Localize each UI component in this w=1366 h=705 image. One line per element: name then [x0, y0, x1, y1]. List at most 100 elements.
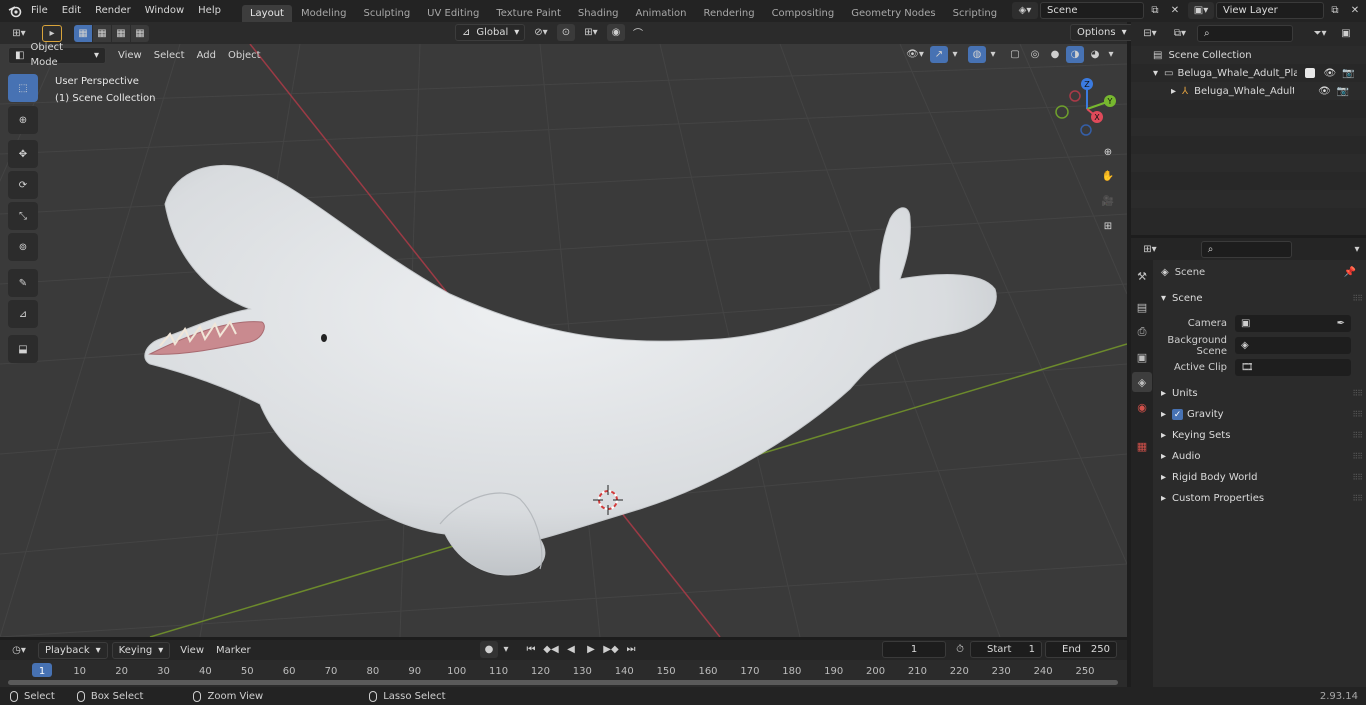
menu-object[interactable]: Object	[222, 47, 267, 64]
drag-grip-icon[interactable]: ⠿⠿	[1352, 452, 1363, 461]
eyedropper-icon[interactable]: ✒	[1337, 318, 1345, 329]
annotate-tool[interactable]: ✎	[8, 269, 38, 297]
menu-render[interactable]: Render	[88, 0, 138, 22]
timeline-scrollbar[interactable]	[8, 680, 1118, 685]
measure-tool[interactable]: ⊿	[8, 300, 38, 328]
view-layer-icon[interactable]: ▣▾	[1188, 2, 1214, 19]
audio-panel[interactable]: ▸ Audio ⠿⠿	[1153, 446, 1366, 467]
select-mode-subtract-icon[interactable]: ▦	[112, 24, 130, 42]
drag-grip-icon[interactable]: ⠿⠿	[1352, 389, 1363, 398]
render-tab-icon[interactable]: ▤	[1132, 297, 1152, 317]
drag-grip-icon[interactable]: ⠿⠿	[1352, 294, 1363, 303]
add-cube-tool[interactable]: ⬓	[8, 335, 38, 363]
overlays-dropdown-icon[interactable]: ▾	[988, 46, 998, 63]
active-clip-field[interactable]: 🎞	[1235, 359, 1351, 376]
filter-icon[interactable]: ⏷▾	[1307, 25, 1333, 42]
next-keyframe-icon[interactable]: ▶◆	[602, 641, 620, 658]
menu-add[interactable]: Add	[191, 47, 222, 64]
units-panel[interactable]: ▸ Units ⠿⠿	[1153, 383, 1366, 404]
properties-search-input[interactable]: ⌕	[1200, 240, 1293, 258]
camera-icon[interactable]: 📷	[1342, 68, 1354, 79]
camera-icon[interactable]: 📷	[1337, 86, 1349, 97]
proportional-editing-icon[interactable]: ◉	[607, 24, 625, 41]
select-tool-icon[interactable]: ▸	[42, 24, 62, 42]
record-dropdown-icon[interactable]: ▾	[500, 641, 512, 658]
expand-arrow-icon[interactable]: ▸	[1171, 86, 1176, 97]
end-frame-field[interactable]: End 250	[1045, 641, 1117, 658]
record-icon[interactable]: ●	[480, 641, 498, 658]
gizmo-dropdown-icon[interactable]: ▾	[950, 46, 960, 63]
outliner-scene-collection[interactable]: ▤ Scene Collection	[1131, 46, 1366, 64]
output-tab-icon[interactable]: ⎙	[1132, 322, 1152, 342]
shading-dropdown-icon[interactable]: ▾	[1106, 46, 1116, 63]
gravity-panel[interactable]: ▸ ✓ Gravity ⠿⠿	[1153, 404, 1366, 425]
new-view-layer-icon[interactable]: ⧉	[1326, 2, 1344, 19]
rotate-tool[interactable]: ⟳	[8, 171, 38, 199]
properties-options-icon[interactable]: ▾	[1348, 241, 1366, 258]
select-mode-intersect-icon[interactable]: ▦	[131, 24, 149, 42]
transform-orientation-dropdown[interactable]: ⊿ Global ▾	[455, 24, 525, 41]
visibility-icon[interactable]: 👁▾	[902, 46, 928, 63]
navigation-gizmo[interactable]: Z Y X	[1052, 74, 1122, 144]
wireframe-shading-icon[interactable]: ◎	[1026, 46, 1044, 63]
scale-tool[interactable]: ⤡	[8, 202, 38, 230]
select-box-tool[interactable]: ⬚	[8, 74, 38, 102]
texture-tab-icon[interactable]: ▦	[1132, 436, 1152, 456]
tab-modeling[interactable]: Modeling	[293, 5, 355, 22]
new-scene-icon[interactable]: ⧉	[1146, 2, 1164, 19]
pivot-point-icon[interactable]: ⊘▾	[529, 24, 553, 41]
perspective-toggle-icon[interactable]: ⊞	[1097, 215, 1119, 237]
menu-select[interactable]: Select	[148, 47, 191, 64]
expand-arrow-icon[interactable]: ▾	[1153, 68, 1158, 79]
beluga-whale-model[interactable]	[144, 164, 997, 576]
menu-help[interactable]: Help	[191, 0, 228, 22]
tab-layout[interactable]: Layout	[241, 5, 292, 22]
new-collection-icon[interactable]: ▣	[1337, 25, 1355, 42]
gizmo-icon[interactable]: ↗	[930, 46, 948, 63]
play-icon[interactable]: ▶	[582, 641, 600, 658]
tool-tab-icon[interactable]: ⚒	[1132, 266, 1152, 286]
scene-icon[interactable]: ◈▾	[1012, 2, 1038, 19]
drag-grip-icon[interactable]: ⠿⠿	[1352, 494, 1363, 503]
camera-view-icon[interactable]: 🎥	[1097, 190, 1119, 212]
menu-view[interactable]: View	[112, 47, 148, 64]
properties-editor-type-icon[interactable]: ⊞▾	[1137, 241, 1163, 258]
select-mode-extend-icon[interactable]: ▦	[93, 24, 111, 42]
menu-file[interactable]: File	[24, 0, 55, 22]
outliner-editor-type-icon[interactable]: ⊟▾	[1137, 25, 1163, 42]
timeline-view-menu[interactable]: View	[174, 642, 210, 659]
solid-shading-icon[interactable]: ●	[1046, 46, 1064, 63]
playback-menu[interactable]: Playback ▾	[38, 641, 108, 659]
tab-animation[interactable]: Animation	[628, 5, 695, 22]
move-tool[interactable]: ✥	[8, 140, 38, 168]
play-reverse-icon[interactable]: ◀	[562, 641, 580, 658]
checkbox-icon[interactable]	[1305, 68, 1316, 78]
pin-icon[interactable]: 📌	[1344, 267, 1356, 278]
rigid-body-world-panel[interactable]: ▸ Rigid Body World ⠿⠿	[1153, 467, 1366, 488]
snap-target-icon[interactable]: ⊞▾	[579, 24, 603, 41]
display-mode-icon[interactable]: ⧉▾	[1167, 25, 1193, 42]
stopwatch-icon[interactable]: ⏱	[951, 641, 969, 658]
eye-icon[interactable]: 👁	[1323, 68, 1336, 79]
menu-window[interactable]: Window	[138, 0, 191, 22]
tab-texture-paint[interactable]: Texture Paint	[488, 5, 569, 22]
drag-grip-icon[interactable]: ⠿⠿	[1352, 410, 1363, 419]
select-mode-new-icon[interactable]: ▦	[74, 24, 92, 42]
jump-end-icon[interactable]: ⏭	[622, 641, 640, 658]
tab-sculpting[interactable]: Sculpting	[355, 5, 418, 22]
editor-type-icon[interactable]: ⊞▾	[6, 25, 32, 42]
tab-shading[interactable]: Shading	[570, 5, 627, 22]
tab-uv-editing[interactable]: UV Editing	[419, 5, 487, 22]
tab-scripting[interactable]: Scripting	[945, 5, 1005, 22]
outliner-search-input[interactable]: ⌕	[1197, 24, 1293, 42]
eye-icon[interactable]: 👁	[1318, 86, 1331, 97]
mode-dropdown[interactable]: ◧ Object Mode ▾	[8, 42, 106, 68]
marker-menu[interactable]: Marker	[210, 642, 257, 659]
prev-keyframe-icon[interactable]: ◆◀	[542, 641, 560, 658]
tab-compositing[interactable]: Compositing	[764, 5, 843, 22]
outliner-item[interactable]: ▸ ⅄ Beluga_Whale_Adult_Pla 👁 📷	[1131, 82, 1366, 100]
start-frame-field[interactable]: Start 1	[970, 641, 1042, 658]
xray-icon[interactable]: ▢	[1006, 46, 1024, 63]
blender-logo-icon[interactable]	[6, 3, 24, 20]
pan-hand-icon[interactable]: ✋	[1097, 165, 1119, 187]
